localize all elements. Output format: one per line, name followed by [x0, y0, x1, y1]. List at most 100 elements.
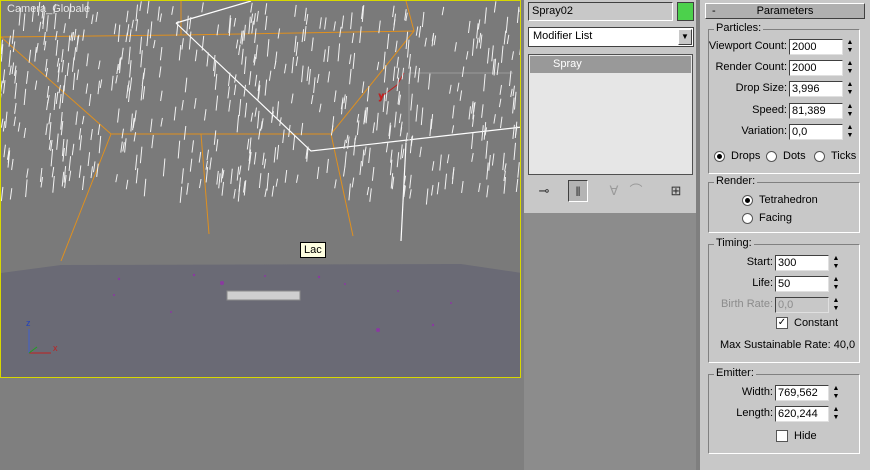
rain-drop	[264, 79, 268, 96]
viewport-count-field[interactable]: 2000	[789, 39, 843, 55]
start-field[interactable]: 300	[775, 255, 829, 271]
rain-drop	[331, 116, 335, 131]
spinner-arrows-icon[interactable]: ▲ ▼	[831, 255, 841, 271]
dots-radio[interactable]	[766, 151, 777, 162]
rain-drop	[113, 23, 117, 35]
rain-drop	[254, 28, 257, 43]
spinner-arrows-icon[interactable]: ▲ ▼	[845, 81, 855, 97]
rain-drop	[512, 97, 515, 114]
rain-drop	[233, 189, 236, 199]
rain-drop	[376, 112, 379, 131]
rain-drop	[483, 73, 486, 92]
rain-drop	[22, 13, 26, 32]
rain-drop	[65, 139, 68, 156]
rain-drop	[471, 132, 474, 149]
rain-drop	[519, 8, 520, 12]
modifier-list-dropdown[interactable]: Modifier List ▼	[528, 27, 694, 47]
rain-drop	[189, 158, 193, 172]
rain-drop	[146, 1, 150, 14]
spinner-arrows-icon[interactable]: ▲ ▼	[831, 276, 841, 292]
rain-drop	[51, 166, 55, 178]
rain-drop	[308, 68, 311, 85]
chevron-down-icon[interactable]: ▼	[678, 29, 692, 45]
object-name-field[interactable]: Spray02	[528, 2, 673, 21]
render-count-field[interactable]: 2000	[789, 60, 843, 76]
rain-drop	[23, 88, 27, 106]
camera-viewport[interactable]: y z x Camera_Globale Lac	[0, 0, 521, 378]
spinner-arrows-icon[interactable]: ▲ ▼	[845, 60, 855, 76]
birth-rate-field[interactable]: 0,0	[775, 297, 829, 313]
rain-drop	[262, 152, 265, 165]
make-unique-icon[interactable]: ∀	[604, 180, 624, 202]
rain-drop	[512, 85, 515, 97]
rain-drop	[468, 20, 471, 34]
rain-drop	[117, 24, 121, 42]
tetrahedron-radio[interactable]	[742, 195, 753, 206]
rain-drop	[356, 120, 360, 136]
show-end-result-icon[interactable]: ‖	[568, 180, 588, 202]
spinner-arrows-icon[interactable]: ▲ ▼	[831, 385, 841, 401]
configure-modifier-sets-icon[interactable]: ⊞	[666, 180, 686, 202]
rain-drop	[55, 91, 59, 105]
spinner-arrows-icon[interactable]: ▲ ▼	[845, 39, 855, 55]
rain-drop	[128, 87, 131, 103]
remove-modifier-icon[interactable]: ⌒	[626, 180, 646, 202]
rain-drop	[218, 173, 221, 189]
rain-drop	[491, 45, 494, 62]
spinner-arrows-icon[interactable]: ▲ ▼	[831, 406, 841, 422]
ticks-radio[interactable]	[814, 151, 825, 162]
rain-drop	[300, 122, 304, 136]
facing-radio[interactable]	[742, 213, 753, 224]
object-color-swatch[interactable]	[677, 2, 694, 21]
modifier-stack[interactable]: Spray	[528, 54, 693, 175]
rain-drop	[465, 51, 469, 60]
rain-drop	[471, 153, 474, 162]
rain-drop	[9, 65, 12, 76]
rain-drop	[461, 181, 464, 193]
lake-object	[226, 290, 301, 301]
rain-drop	[9, 188, 13, 200]
variation-field[interactable]: 0,0	[789, 124, 843, 140]
rain-drop	[425, 188, 429, 205]
rain-drop	[407, 39, 410, 58]
rain-drop	[177, 140, 181, 159]
rain-drop	[59, 93, 62, 109]
stack-item-spray[interactable]: Spray	[530, 56, 691, 73]
constant-checkbox[interactable]: ✓	[776, 317, 788, 329]
rain-drop	[238, 165, 242, 175]
rain-drop	[334, 90, 337, 103]
rain-drop	[186, 15, 189, 33]
rain-drop	[48, 121, 52, 140]
rain-drop	[248, 16, 251, 34]
pin-stack-icon[interactable]: ⊸	[534, 180, 554, 202]
parameters-rollout-header[interactable]: - Parameters	[705, 3, 865, 19]
viewport-label[interactable]: Camera_Globale	[7, 3, 90, 15]
modifier-stack-toolbar: ⊸ ‖ ∀ ⌒ ⊞	[526, 180, 696, 204]
spinner-arrows-icon[interactable]: ▲ ▼	[845, 103, 855, 119]
spinner-arrows-icon[interactable]: ▲ ▼	[831, 297, 841, 313]
rain-drop	[415, 104, 418, 122]
rain-drop	[128, 46, 131, 65]
rain-drop	[146, 29, 149, 47]
drops-label: Drops	[731, 150, 761, 162]
rain-drop	[506, 34, 510, 45]
rain-drop	[153, 39, 156, 49]
rain-drop	[349, 54, 352, 65]
rain-drop	[266, 172, 269, 191]
length-field[interactable]: 620,244	[775, 406, 829, 422]
life-field[interactable]: 50	[775, 276, 829, 292]
rain-drop	[243, 24, 246, 41]
speed-field[interactable]: 81,389	[789, 103, 843, 119]
rain-drop	[410, 93, 413, 111]
rain-drop	[241, 48, 244, 65]
rain-drop	[386, 101, 389, 115]
rain-drop	[449, 84, 452, 94]
drop-size-field[interactable]: 3,996	[789, 81, 843, 97]
rain-drop	[230, 168, 233, 184]
hide-checkbox[interactable]	[776, 430, 788, 442]
rain-drop	[257, 110, 260, 129]
rain-drop	[126, 10, 129, 23]
drops-radio[interactable]	[714, 151, 725, 162]
width-field[interactable]: 769,562	[775, 385, 829, 401]
spinner-arrows-icon[interactable]: ▲ ▼	[845, 124, 855, 140]
